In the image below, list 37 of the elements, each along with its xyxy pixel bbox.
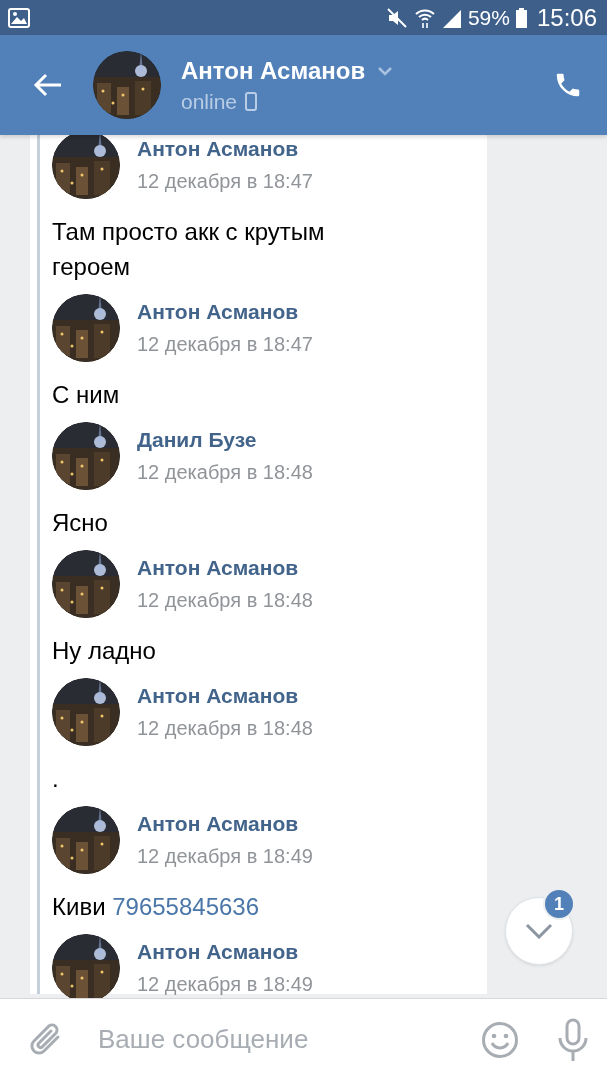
message-time: 12 декабря в 18:48 xyxy=(137,717,313,740)
contact-name[interactable]: Антон Асманов xyxy=(181,56,366,85)
phone-icon xyxy=(245,92,258,111)
message-text: Киви xyxy=(52,893,106,920)
message-text: С ним xyxy=(52,381,120,408)
author-name[interactable]: Антон Асманов xyxy=(137,137,313,161)
message-time: 12 декабря в 18:49 xyxy=(137,973,313,996)
chevron-down-icon xyxy=(525,923,553,939)
message-text: Ну ладно xyxy=(52,637,156,664)
message-time: 12 декабря в 18:49 xyxy=(137,845,313,868)
author-name[interactable]: Антон Асманов xyxy=(137,300,313,324)
unread-badge: 1 xyxy=(543,888,575,920)
author-name[interactable]: Антон Асманов xyxy=(137,812,313,836)
message-time: 12 декабря в 18:47 xyxy=(137,333,313,356)
message-time: 12 декабря в 18:47 xyxy=(137,170,313,193)
author-name[interactable]: Данил Бузе xyxy=(137,428,313,452)
phone-link[interactable]: 79655845636 xyxy=(112,893,260,920)
mute-icon xyxy=(385,6,408,29)
battery-icon xyxy=(515,7,527,28)
clock: 15:06 xyxy=(536,3,597,32)
online-status: online xyxy=(181,89,238,114)
author-name[interactable]: Антон Асманов xyxy=(137,684,313,708)
battery-percent: 59% xyxy=(467,5,510,30)
scroll-down-button[interactable] xyxy=(505,897,573,965)
image-icon xyxy=(8,7,30,28)
message-text: Там просто акк с крутым героем xyxy=(52,218,325,280)
chevron-down-icon[interactable] xyxy=(377,65,394,76)
microphone-icon[interactable] xyxy=(557,1017,589,1062)
message-time: 12 декабря в 18:48 xyxy=(137,589,313,612)
message-text: . xyxy=(52,765,59,792)
wifi-icon xyxy=(413,6,436,29)
back-icon[interactable] xyxy=(33,73,63,97)
message-time: 12 декабря в 18:48 xyxy=(137,461,313,484)
message-text: Ясно xyxy=(52,509,108,536)
author-name[interactable]: Антон Асманов xyxy=(137,940,313,964)
author-name[interactable]: Антон Асманов xyxy=(137,556,313,580)
emoji-icon[interactable] xyxy=(481,1020,519,1059)
